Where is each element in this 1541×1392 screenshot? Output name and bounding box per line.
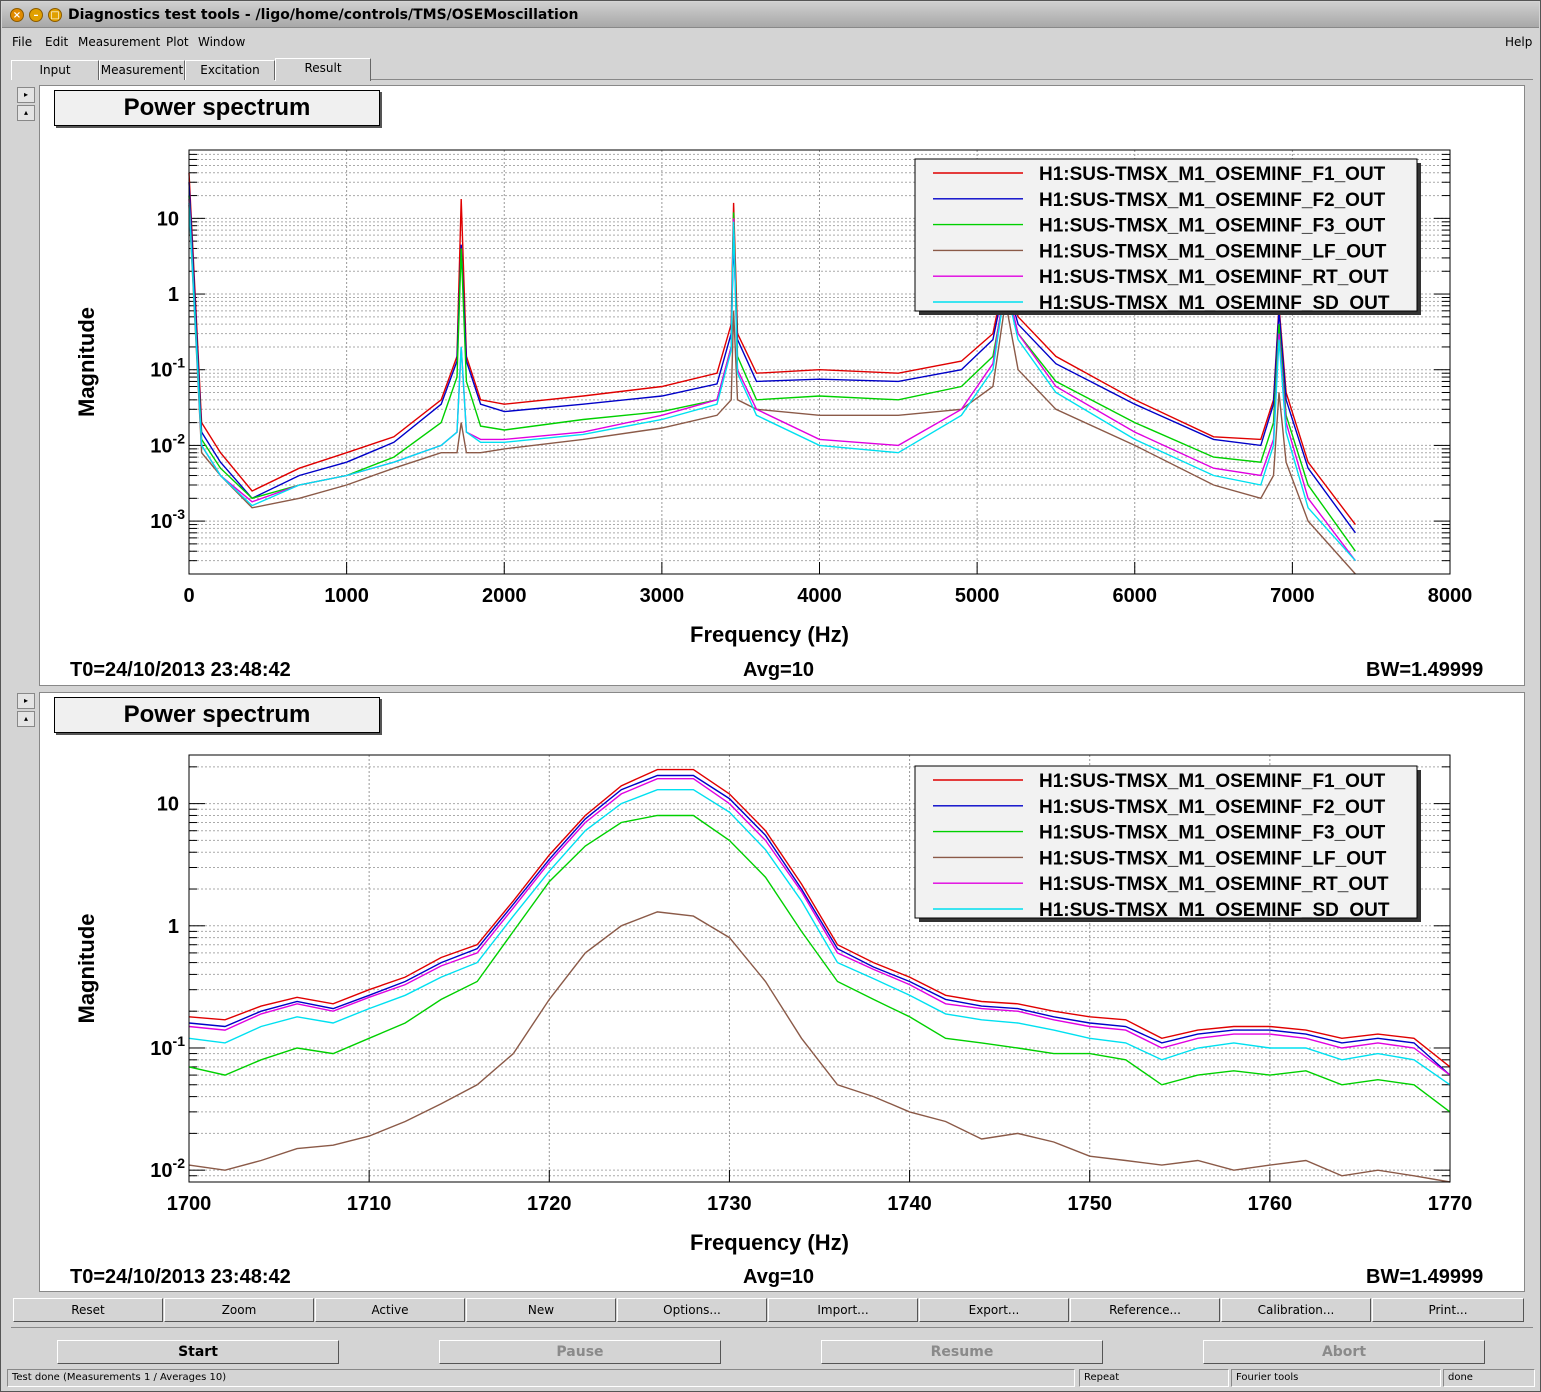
- x-tick-label: 1700: [167, 1193, 212, 1215]
- pause-button[interactable]: Pause: [439, 1340, 721, 1364]
- x-tick-label: 1710: [347, 1193, 392, 1215]
- y-tick-label: 10-1: [150, 355, 185, 382]
- app-window: × – □ Diagnostics test tools - /ligo/hom…: [0, 0, 1541, 1392]
- bw-label: BW=1.49999: [1366, 1266, 1484, 1288]
- menu-window[interactable]: Window: [198, 35, 245, 49]
- legend-entry-6: H1:SUS-TMSX_M1_OSEMINF_SD_OUT: [1039, 900, 1390, 921]
- x-tick-label: 0: [183, 585, 194, 607]
- y-tick-label: 10-3: [150, 506, 185, 533]
- y-tick-label: 10: [157, 794, 179, 816]
- panel1-expand-button[interactable]: ▸: [17, 87, 35, 103]
- active-button[interactable]: Active: [315, 1298, 465, 1322]
- x-tick-label: 7000: [1270, 585, 1315, 607]
- import-button[interactable]: Import...: [768, 1298, 918, 1322]
- legend-entry-1: H1:SUS-TMSX_M1_OSEMINF_F1_OUT: [1039, 771, 1386, 792]
- zoom-button[interactable]: Zoom: [164, 1298, 314, 1322]
- maximize-icon[interactable]: □: [48, 8, 62, 22]
- y-tick-label: 1: [168, 916, 179, 938]
- x-tick-label: 1000: [324, 585, 369, 607]
- legend-entry-4: H1:SUS-TMSX_M1_OSEMINF_LF_OUT: [1039, 241, 1387, 262]
- x-tick-label: 1750: [1067, 1193, 1112, 1215]
- x-tick-label: 1760: [1248, 1193, 1293, 1215]
- spectrum-plot-1[interactable]: 0 1000 2000 3000 4000 5000 6000 7000 8000 10-3 10-…: [40, 86, 1524, 685]
- panel2-expand-button[interactable]: ▸: [17, 693, 35, 709]
- y-tick-label: 10-1: [150, 1033, 185, 1060]
- resume-button[interactable]: Resume: [821, 1340, 1103, 1364]
- menu-help[interactable]: Help: [1505, 35, 1532, 49]
- legend-entry-5: H1:SUS-TMSX_M1_OSEMINF_RT_OUT: [1039, 267, 1389, 288]
- close-icon[interactable]: ×: [10, 8, 24, 22]
- tab-measurement[interactable]: Measurement: [99, 60, 185, 80]
- y-axis-label: Magnitude: [74, 307, 99, 417]
- reference-button[interactable]: Reference...: [1070, 1298, 1220, 1322]
- avg-label: Avg=10: [743, 659, 814, 681]
- tab-result[interactable]: Result: [275, 58, 371, 81]
- status-state: done: [1443, 1369, 1535, 1387]
- t0-label: T0=24/10/2013 23:48:42: [70, 659, 291, 681]
- t0-label: T0=24/10/2013 23:48:42: [70, 1266, 291, 1288]
- panel1-collapse-button[interactable]: ▴: [17, 105, 35, 121]
- legend-entry-5: H1:SUS-TMSX_M1_OSEMINF_RT_OUT: [1039, 874, 1389, 895]
- plot-panel-2: Power spectrum 1700 1710 1720 1730 1740 1750 1…: [39, 692, 1525, 1292]
- y-tick-label: 10-2: [150, 430, 185, 457]
- legend-entry-3: H1:SUS-TMSX_M1_OSEMINF_F3_OUT: [1039, 823, 1386, 844]
- print-button[interactable]: Print...: [1372, 1298, 1524, 1322]
- x-axis-label: Frequency (Hz): [690, 622, 849, 647]
- status-bar: Test done (Measurements 1 / Averages 10)…: [7, 1369, 1535, 1387]
- x-tick-label: 1740: [887, 1193, 932, 1215]
- title-bar: × – □ Diagnostics test tools - /ligo/hom…: [2, 2, 1539, 28]
- x-tick-label: 1720: [527, 1193, 572, 1215]
- x-tick-label: 6000: [1113, 585, 1158, 607]
- new-button[interactable]: New: [466, 1298, 616, 1322]
- panel2-collapse-button[interactable]: ▴: [17, 711, 35, 727]
- tab-input[interactable]: Input: [11, 60, 99, 80]
- y-tick-label: 10: [157, 208, 179, 230]
- tab-excitation[interactable]: Excitation: [185, 60, 275, 80]
- options-button[interactable]: Options...: [617, 1298, 767, 1322]
- x-tick-label: 1730: [707, 1193, 752, 1215]
- control-bar: Start Pause Resume Abort: [11, 1327, 1533, 1367]
- legend-entry-6: H1:SUS-TMSX_M1_OSEMINF_SD_OUT: [1039, 293, 1390, 314]
- legend-entry-2: H1:SUS-TMSX_M1_OSEMINF_F2_OUT: [1039, 190, 1386, 211]
- plot-button-bar: Reset Zoom Active New Options... Import.…: [13, 1298, 1525, 1322]
- y-axis-label: Magnitude: [74, 914, 99, 1024]
- x-tick-label: 1770: [1428, 1193, 1473, 1215]
- abort-button[interactable]: Abort: [1203, 1340, 1485, 1364]
- bw-label: BW=1.49999: [1366, 659, 1484, 681]
- menu-plot[interactable]: Plot: [166, 35, 189, 49]
- plot-panel-1: Power spectrum 0 1000 2000 3000 4000 5000 6000…: [39, 85, 1525, 686]
- y-tick-label: 10-2: [150, 1155, 185, 1182]
- x-tick-label: 2000: [482, 585, 527, 607]
- status-repeat: Repeat: [1079, 1369, 1229, 1387]
- status-tool: Fourier tools: [1231, 1369, 1441, 1387]
- avg-label: Avg=10: [743, 1266, 814, 1288]
- legend-entry-1: H1:SUS-TMSX_M1_OSEMINF_F1_OUT: [1039, 164, 1386, 185]
- x-tick-label: 3000: [640, 585, 685, 607]
- legend-entry-2: H1:SUS-TMSX_M1_OSEMINF_F2_OUT: [1039, 797, 1386, 818]
- x-tick-label: 5000: [955, 585, 1000, 607]
- legend-entry-3: H1:SUS-TMSX_M1_OSEMINF_F3_OUT: [1039, 216, 1386, 237]
- legend-entry-4: H1:SUS-TMSX_M1_OSEMINF_LF_OUT: [1039, 848, 1387, 869]
- menu-measurement[interactable]: Measurement: [78, 35, 160, 49]
- export-button[interactable]: Export...: [919, 1298, 1069, 1322]
- window-title: Diagnostics test tools - /ligo/home/cont…: [68, 7, 579, 23]
- y-tick-label: 1: [168, 284, 179, 306]
- menu-edit[interactable]: Edit: [45, 35, 68, 49]
- x-axis-label: Frequency (Hz): [690, 1230, 849, 1255]
- start-button[interactable]: Start: [57, 1340, 339, 1364]
- tab-bar: Input Measurement Excitation Result: [11, 58, 1533, 81]
- menu-file[interactable]: File: [12, 35, 32, 49]
- x-tick-label: 8000: [1428, 585, 1473, 607]
- spectrum-plot-2[interactable]: 1700 1710 1720 1730 1740 1750 1760 1770 10-2 10-1…: [40, 693, 1524, 1291]
- reset-button[interactable]: Reset: [13, 1298, 163, 1322]
- calibration-button[interactable]: Calibration...: [1221, 1298, 1371, 1322]
- minimize-icon[interactable]: –: [29, 8, 43, 22]
- x-tick-label: 4000: [797, 585, 842, 607]
- menu-bar: File Edit Measurement Plot Window Help: [2, 29, 1539, 55]
- status-message: Test done (Measurements 1 / Averages 10): [7, 1369, 1075, 1387]
